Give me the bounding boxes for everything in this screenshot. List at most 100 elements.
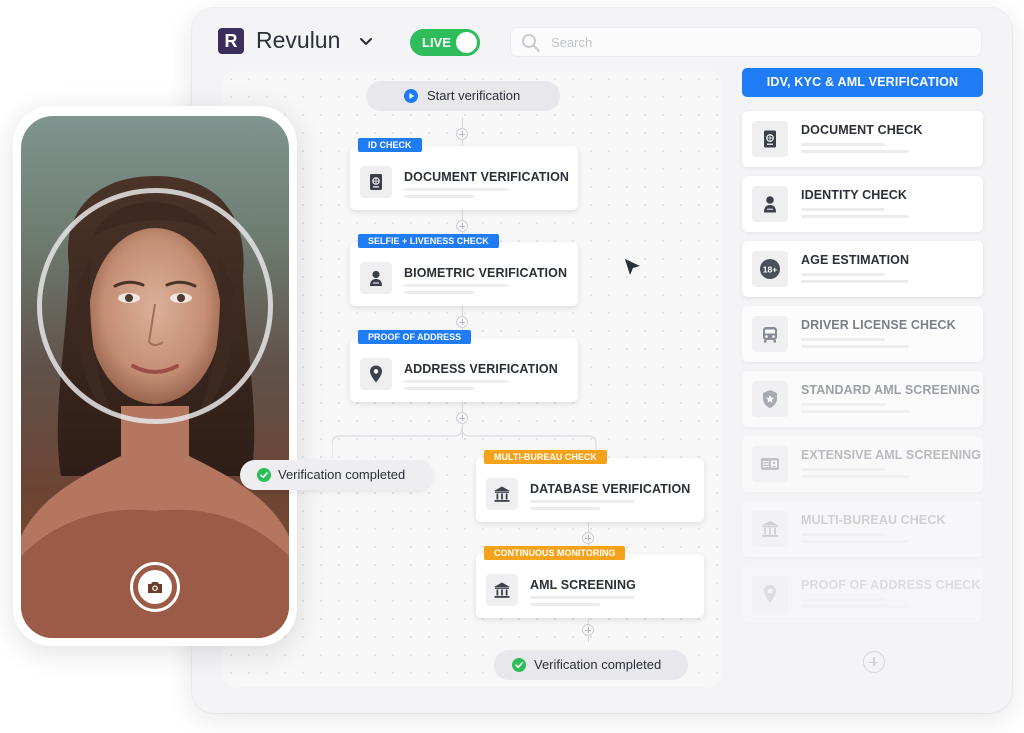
- app-window: R Revulun LIVE Search Start verification…: [192, 8, 1012, 713]
- panel-item-age-estimation[interactable]: 18+ AGE ESTIMATION: [742, 241, 983, 297]
- item-title: AGE ESTIMATION: [801, 253, 910, 267]
- item-title: PROOF OF ADDRESS CHECK: [801, 578, 981, 592]
- item-title: EXTENSIVE AML SCREENING: [801, 448, 982, 462]
- skeleton-line: [801, 403, 885, 406]
- skeleton-line: [404, 291, 474, 294]
- skeleton-line: [801, 533, 885, 536]
- workflow-step-document-verification[interactable]: ID CHECK DOCUMENT VERIFICATION: [350, 138, 578, 210]
- step-title: DOCUMENT VERIFICATION: [404, 170, 570, 184]
- workflow-step-biometric-verification[interactable]: SELFIE + LIVENESS CHECK BIOMETRIC VERIFI…: [350, 234, 578, 306]
- workflow-step-database-verification[interactable]: MULTI-BUREAU CHECK DATABASE VERIFICATION: [476, 450, 704, 522]
- search-bar[interactable]: [510, 27, 982, 57]
- shield-star-icon: [763, 390, 777, 408]
- face-alignment-ring: [37, 188, 273, 424]
- bank-icon: [494, 486, 510, 502]
- skeleton-line: [404, 387, 474, 390]
- verification-completed-node[interactable]: Verification completed: [494, 650, 688, 680]
- car-icon: [763, 327, 777, 343]
- add-step-button[interactable]: [456, 220, 468, 232]
- camera-icon: [148, 582, 162, 593]
- panel-item-multi-bureau-check[interactable]: MULTI-BUREAU CHECK: [742, 501, 983, 557]
- start-verification-node[interactable]: Start verification: [366, 81, 560, 111]
- step-icon-box: [486, 478, 518, 510]
- item-icon-box: [752, 121, 788, 157]
- skeleton-line: [801, 280, 909, 283]
- item-title: DOCUMENT CHECK: [801, 123, 923, 137]
- add-step-button[interactable]: [582, 624, 594, 636]
- skeleton-line: [801, 150, 909, 153]
- panel-item-driver-license-check[interactable]: DRIVER LICENSE CHECK: [742, 306, 983, 362]
- step-tag: MULTI-BUREAU CHECK: [484, 450, 607, 464]
- step-tag: SELFIE + LIVENESS CHECK: [358, 234, 499, 248]
- app-logo: R: [218, 28, 244, 54]
- live-label: LIVE: [422, 35, 451, 50]
- skeleton-line: [530, 507, 600, 510]
- passport-icon: [764, 130, 776, 148]
- add-step-button[interactable]: [582, 532, 594, 544]
- item-title: DRIVER LICENSE CHECK: [801, 318, 956, 332]
- check-circle-icon: [512, 658, 526, 672]
- panel-item-document-check[interactable]: DOCUMENT CHECK: [742, 111, 983, 167]
- workflow-step-address-verification[interactable]: PROOF OF ADDRESS ADDRESS VERIFICATION: [350, 330, 578, 402]
- skeleton-line: [404, 188, 508, 191]
- bank-icon: [761, 521, 779, 537]
- skeleton-line: [801, 273, 885, 276]
- search-icon: [522, 34, 540, 52]
- item-icon-box: [752, 576, 788, 612]
- panel-item-proof-of-address-check[interactable]: PROOF OF ADDRESS CHECK: [742, 566, 983, 622]
- verification-completed-badge: Verification completed: [240, 460, 433, 490]
- skeleton-line: [530, 596, 634, 599]
- skeleton-line: [801, 598, 885, 601]
- workflow-canvas[interactable]: Start verification ID CHECK DOCUMENT VER…: [222, 70, 722, 687]
- skeleton-line: [801, 475, 909, 478]
- item-icon-box: [752, 381, 788, 417]
- age-18-text: 18+: [763, 264, 777, 274]
- add-step-button[interactable]: [456, 316, 468, 328]
- passport-icon: [370, 174, 382, 190]
- location-pin-icon: [764, 585, 776, 603]
- skeleton-line: [530, 500, 634, 503]
- step-icon-box: [486, 574, 518, 606]
- item-title: MULTI-BUREAU CHECK: [801, 513, 946, 527]
- mouse-cursor-icon: [625, 259, 640, 275]
- step-icon-box: [360, 262, 392, 294]
- skeleton-line: [801, 345, 909, 348]
- step-icon-box: [360, 358, 392, 390]
- search-input[interactable]: [551, 32, 971, 52]
- skeleton-line: [801, 143, 885, 146]
- person-icon: [370, 270, 382, 286]
- step-title: AML SCREENING: [530, 578, 636, 592]
- phone-mockup: [13, 106, 297, 646]
- live-toggle[interactable]: LIVE: [410, 29, 480, 56]
- start-label: Start verification: [427, 88, 521, 103]
- selfie-camera-screen: [21, 116, 289, 638]
- location-pin-icon: [370, 365, 382, 383]
- panel-item-identity-check[interactable]: IDENTITY CHECK: [742, 176, 983, 232]
- capture-button[interactable]: [130, 562, 180, 612]
- person-icon: [764, 196, 776, 213]
- step-tag: PROOF OF ADDRESS: [358, 330, 472, 344]
- workspace-name[interactable]: Revulun: [256, 27, 340, 54]
- add-step-button[interactable]: [456, 412, 468, 424]
- panel-header: IDV, KYC & AML VERIFICATION: [742, 68, 983, 97]
- step-title: ADDRESS VERIFICATION: [404, 362, 558, 376]
- skeleton-line: [404, 195, 474, 198]
- workflow-step-aml-screening[interactable]: CONTINUOUS MONITORING AML SCREENING: [476, 546, 704, 618]
- item-icon-box: 18+: [752, 251, 788, 287]
- check-circle-icon: [257, 468, 271, 482]
- step-title: DATABASE VERIFICATION: [530, 482, 691, 496]
- add-step-button[interactable]: [456, 128, 468, 140]
- panel-item-standard-aml-screening[interactable]: STANDARD AML SCREENING: [742, 371, 983, 427]
- add-check-button[interactable]: [863, 651, 885, 673]
- panel-item-extensive-aml-screening[interactable]: EXTENSIVE AML SCREENING: [742, 436, 983, 492]
- skeleton-line: [801, 215, 909, 218]
- item-title: STANDARD AML SCREENING: [801, 383, 981, 397]
- chevron-down-icon[interactable]: [358, 34, 374, 48]
- toggle-knob: [456, 32, 477, 53]
- skeleton-line: [530, 603, 600, 606]
- item-title: IDENTITY CHECK: [801, 188, 908, 202]
- skeleton-line: [404, 380, 508, 383]
- step-tag: CONTINUOUS MONITORING: [484, 546, 626, 560]
- id-card-icon: [761, 458, 779, 470]
- completed-label: Verification completed: [534, 657, 662, 672]
